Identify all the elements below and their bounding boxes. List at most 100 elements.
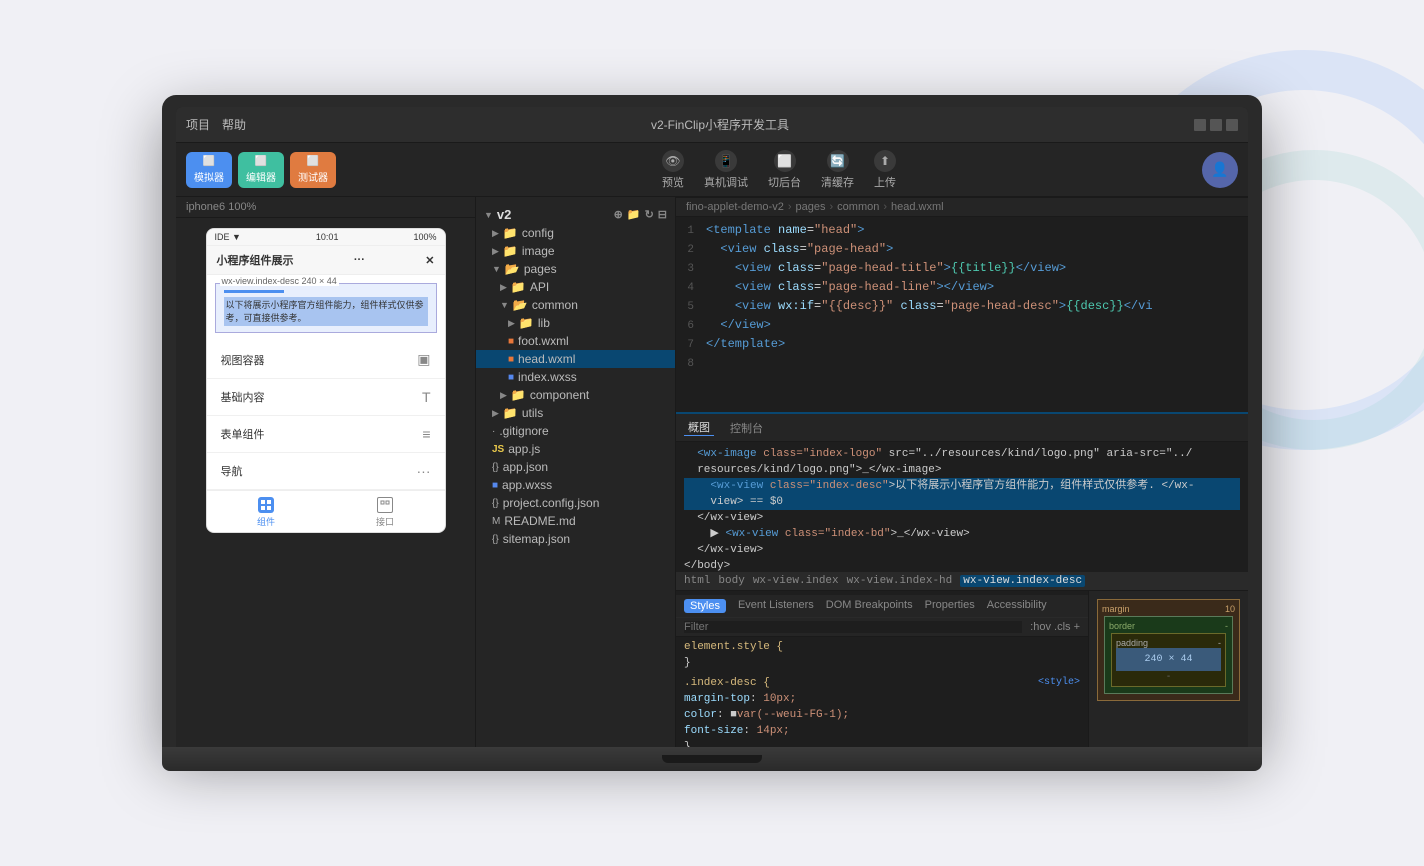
minimize-btn[interactable] — [1194, 119, 1206, 131]
phone-tab-api[interactable]: 接口 — [326, 497, 445, 528]
panel-tab-overview[interactable]: 概图 — [684, 419, 714, 436]
maximize-btn[interactable] — [1210, 119, 1222, 131]
css-prop-font-size: font-size — [684, 725, 743, 737]
tree-item-appjs[interactable]: JS app.js — [476, 440, 675, 458]
elem-wx-view-index[interactable]: wx-view.index — [753, 575, 839, 587]
list-icon-2: ≡ — [422, 426, 430, 442]
chevron-api: ▶ — [500, 282, 507, 293]
preview-panel: iphone6 100% IDE ▼ 10:01 100% 小程序组件展示 — [176, 197, 476, 747]
code-editor[interactable]: 1 <template name="head"> 2 <view class="… — [676, 217, 1248, 412]
html-line-5: </wx-view> — [684, 510, 1240, 526]
box-margin-value: 10 — [1225, 604, 1235, 614]
phone-close-icon[interactable]: ✕ — [425, 254, 434, 267]
menu-item-help[interactable]: 帮助 — [222, 116, 246, 133]
tree-label-lib: lib — [538, 316, 550, 330]
tree-item-utils[interactable]: ▶ 📁 utils — [476, 404, 675, 422]
background-tool[interactable]: ⬜ 切后台 — [768, 150, 801, 190]
style-tab-styles[interactable]: Styles — [684, 599, 726, 613]
tree-item-gitignore[interactable]: · .gitignore — [476, 422, 675, 440]
list-item-nav[interactable]: 导航 ··· — [207, 453, 445, 490]
tree-label-readme: README.md — [504, 514, 575, 528]
panel-tab-console[interactable]: 控制台 — [726, 420, 767, 436]
style-tab-eventlisteners[interactable]: Event Listeners — [738, 599, 814, 613]
phone-title: 小程序组件展示 — [217, 252, 294, 268]
tree-label-pages: pages — [524, 262, 557, 276]
css-rule-index-desc: .index-desc { <style> margin-top: 10px; … — [676, 673, 1088, 747]
elem-body[interactable]: body — [718, 575, 744, 587]
tree-item-lib[interactable]: ▶ 📁 lib — [476, 314, 675, 332]
editor-btn[interactable]: ⬜ 编辑器 — [238, 152, 284, 188]
phone-content: wx-view.index-desc 240 × 44 以下将展示小程序官方组件… — [207, 283, 445, 490]
real-device-tool[interactable]: 📱 真机调试 — [704, 150, 748, 190]
elem-wx-view-desc[interactable]: wx-view.index-desc — [960, 575, 1085, 587]
tree-item-config[interactable]: ▶ 📁 config — [476, 224, 675, 242]
clear-cache-tool[interactable]: 🔄 清缓存 — [821, 150, 854, 190]
tree-item-api[interactable]: ▶ 📁 API — [476, 278, 675, 296]
css-source-1[interactable]: <style> — [1038, 675, 1080, 691]
collapse-icon[interactable]: ⊟ — [658, 208, 667, 221]
folder-icon-utils: 📁 — [503, 406, 518, 420]
elem-html[interactable]: html — [684, 575, 710, 587]
user-avatar[interactable]: 👤 — [1202, 152, 1238, 188]
phone-desc-text: 以下将展示小程序官方组件能力，组件样式仅供参考，可直接供参考。 — [224, 297, 428, 326]
style-tab-properties[interactable]: Properties — [925, 599, 975, 613]
line-num-5: 5 — [676, 298, 706, 316]
tree-item-image[interactable]: ▶ 📁 image — [476, 242, 675, 260]
new-folder-icon[interactable]: 📁 — [627, 208, 641, 221]
tree-item-projectconfig[interactable]: {} project.config.json — [476, 494, 675, 512]
toolbar-left: ⬜ 模拟器 ⬜ 编辑器 ⬜ 测试器 — [186, 152, 336, 188]
css-prop-color: color — [684, 709, 717, 721]
simulator-btn[interactable]: ⬜ 模拟器 — [186, 152, 232, 188]
tree-item-pages[interactable]: ▼ 📂 pages — [476, 260, 675, 278]
line-num-2: 2 — [676, 241, 706, 259]
refresh-icon[interactable]: ↻ — [645, 208, 654, 221]
tree-item-index-wxss[interactable]: ■ index.wxss — [476, 368, 675, 386]
tree-item-component[interactable]: ▶ 📁 component — [476, 386, 675, 404]
tree-item-common[interactable]: ▼ 📂 common — [476, 296, 675, 314]
tree-item-appjson[interactable]: {} app.json — [476, 458, 675, 476]
tree-label-gitignore: .gitignore — [499, 424, 548, 438]
style-tab-accessibility[interactable]: Accessibility — [987, 599, 1047, 613]
tree-item-sitemap[interactable]: {} sitemap.json — [476, 530, 675, 548]
real-device-label: 真机调试 — [704, 174, 748, 190]
list-item-form[interactable]: 表单组件 ≡ — [207, 416, 445, 453]
test-btn[interactable]: ⬜ 测试器 — [290, 152, 336, 188]
breadcrumb-part-0: fino-applet-demo-v2 — [686, 201, 784, 213]
menu-item-project[interactable]: 项目 — [186, 116, 210, 133]
tree-item-foot-wxml[interactable]: ■ foot.wxml — [476, 332, 675, 350]
styles-panel: Styles Event Listeners DOM Breakpoints P… — [676, 591, 1248, 747]
style-tab-dombreakpoints[interactable]: DOM Breakpoints — [826, 599, 913, 613]
file-icon-appjson: {} — [492, 462, 499, 473]
list-item-view-container[interactable]: 视图容器 ▣ — [207, 341, 445, 379]
chevron-component: ▶ — [500, 390, 507, 401]
preview-tool[interactable]: 👁 预览 — [662, 150, 684, 190]
css-color-swatch: ■ — [730, 709, 737, 721]
file-icon-foot: ■ — [508, 336, 514, 347]
phone-battery: 100% — [413, 232, 436, 242]
line-content-7: </template> — [706, 335, 1248, 353]
tree-item-appwxss[interactable]: ■ app.wxss — [476, 476, 675, 494]
real-device-icon: 📱 — [715, 150, 737, 172]
list-item-basic-content[interactable]: 基础内容 T — [207, 379, 445, 416]
css-rule-element-style: element.style { } — [676, 637, 1088, 673]
phone-desc-box: wx-view.index-desc 240 × 44 以下将展示小程序官方组件… — [215, 283, 437, 333]
styles-left: Styles Event Listeners DOM Breakpoints P… — [676, 591, 1088, 747]
phone-tab-component[interactable]: 组件 — [207, 497, 326, 528]
phone-more-icon[interactable]: ··· — [354, 254, 365, 266]
tree-item-readme[interactable]: M README.md — [476, 512, 675, 530]
new-file-icon[interactable]: ⊕ — [614, 208, 623, 221]
chevron-utils: ▶ — [492, 408, 499, 419]
file-icon-sitemap: {} — [492, 534, 499, 545]
element-selector: html body wx-view.index wx-view.index-hd… — [676, 572, 1248, 591]
tree-item-head-wxml[interactable]: ■ head.wxml — [476, 350, 675, 368]
filter-input[interactable] — [684, 621, 1022, 633]
upload-tool[interactable]: ⬆ 上传 — [874, 150, 896, 190]
close-btn[interactable] — [1226, 119, 1238, 131]
filter-bar: :hov .cls + — [676, 618, 1088, 637]
test-icon: ⬜ — [307, 156, 319, 167]
list-item-label-1: 基础内容 — [221, 389, 265, 405]
html-line-6: ▶ <wx-view class="index-bd">_</wx-view> — [684, 526, 1240, 542]
elem-wx-view-hd[interactable]: wx-view.index-hd — [847, 575, 953, 587]
line-num-1: 1 — [676, 222, 706, 240]
line-content-4: <view class="page-head-line"></view> — [706, 278, 1248, 296]
